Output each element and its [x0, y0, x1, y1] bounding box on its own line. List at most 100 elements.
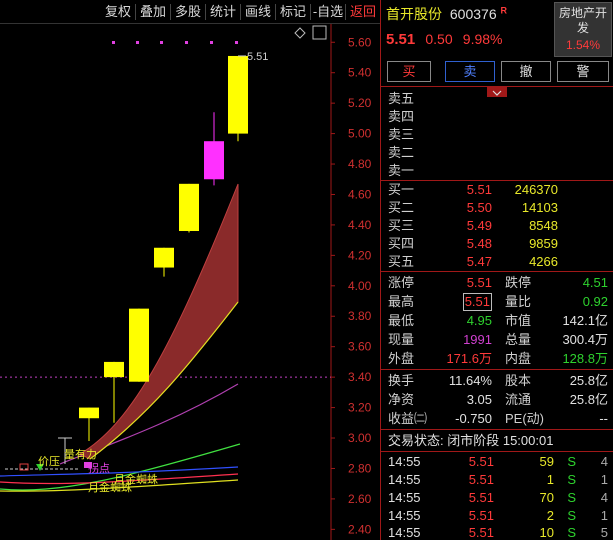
- bid-volume: 14103: [521, 200, 558, 215]
- y-tick-label: 4.60: [348, 187, 372, 201]
- stat-row: 现量 1991 总量 300.4万: [381, 330, 613, 349]
- volume-ratio-label: 量比: [505, 294, 532, 309]
- toolbar-divider: [240, 4, 241, 20]
- bid-row[interactable]: 买五 5.47 4266: [381, 252, 613, 271]
- float-shares-label: 流通: [505, 392, 532, 407]
- y-tick-label: 5.40: [348, 66, 372, 80]
- kline-chart-canvas: 量有力 价压 拐点 月金蜘蛛 月金蜘蛛 5.605.405.205.004.80…: [0, 24, 372, 540]
- y-tick-label: 5.00: [348, 127, 372, 141]
- share-capital-value: 25.8亿: [569, 373, 608, 388]
- ask-row[interactable]: 卖二: [381, 143, 613, 162]
- tick-side: S: [567, 525, 576, 540]
- annotation-spider-2: 月金蜘蛛: [88, 480, 132, 494]
- tick-row[interactable]: 14:55 5.51 1 S 1: [381, 470, 613, 489]
- tick-price: 5.51: [468, 490, 494, 505]
- candle-body: [79, 407, 99, 419]
- quote-panel: 首开股份 600376 R 5.51 0.50 9.98% 房地产开发 1.54…: [380, 0, 613, 540]
- ask-label: 卖二: [388, 145, 415, 160]
- net-assets-value: 3.05: [466, 392, 492, 407]
- y-tick-label: 3.80: [348, 309, 372, 323]
- tick-row[interactable]: 14:55 5.51 10 S 5: [381, 523, 613, 540]
- current-volume-value: 1991: [463, 332, 492, 347]
- settings-diamond-icon[interactable]: [294, 27, 306, 39]
- bid-volume: 8548: [529, 218, 558, 233]
- bid-row[interactable]: 买四 5.48 9859: [381, 234, 613, 253]
- ask-row[interactable]: 卖四: [381, 107, 613, 126]
- sector-name: 房地产开发: [558, 6, 607, 35]
- current-price: 5.51: [386, 31, 416, 48]
- mark-button[interactable]: 标记: [277, 0, 309, 23]
- ask-row[interactable]: 卖三: [381, 125, 613, 144]
- share-capital-label: 股本: [505, 373, 532, 388]
- bid-volume: 246370: [514, 182, 558, 197]
- y-tick-label: 3.00: [348, 431, 372, 445]
- ask-row[interactable]: 卖五: [381, 89, 613, 108]
- statistics-button[interactable]: 统计: [207, 0, 239, 23]
- toolbar-divider: [135, 4, 136, 20]
- y-tick-label: 3.20: [348, 401, 372, 415]
- stat-row: 最高 5.51 量比 0.92: [381, 292, 613, 311]
- price-change-pct: 9.98%: [462, 31, 503, 47]
- y-tick-label: 4.40: [348, 218, 372, 232]
- y-tick-label: 4.80: [348, 157, 372, 171]
- sell-button[interactable]: 卖: [445, 61, 495, 82]
- trade-status: 交易状态: 闭市阶段 15:00:01: [388, 433, 554, 448]
- candle-body: [228, 55, 248, 134]
- divider: [381, 429, 613, 430]
- buy-button[interactable]: 买: [387, 61, 431, 82]
- tick-time: 14:55: [388, 525, 421, 540]
- high-value: 5.51: [462, 293, 492, 311]
- eps-label: 收益㈡: [388, 411, 428, 426]
- cancel-order-button[interactable]: 撤: [501, 61, 551, 82]
- high-price-label: 5.51: [247, 51, 268, 63]
- y-tick-label: 2.60: [348, 492, 372, 506]
- total-volume-label: 总量: [505, 332, 532, 347]
- bid-price: 5.48: [466, 236, 492, 251]
- y-tick-label: 2.80: [348, 461, 372, 475]
- bid-label: 买五: [388, 254, 415, 269]
- annotation-price-pressure: 价压: [38, 455, 60, 468]
- fuquan-button[interactable]: 复权: [102, 0, 134, 23]
- back-button[interactable]: 返回: [347, 0, 379, 23]
- multi-stock-button[interactable]: 多股: [172, 0, 204, 23]
- turnover-value: 11.64%: [448, 373, 492, 388]
- watchlist-button[interactable]: -自选: [312, 0, 344, 23]
- sector-box[interactable]: 房地产开发 1.54%: [554, 2, 612, 57]
- ask-label: 卖四: [388, 109, 415, 124]
- candle-body: [104, 361, 124, 378]
- tick-price: 5.51: [468, 454, 494, 469]
- tick-price: 5.51: [468, 472, 494, 487]
- expand-icon[interactable]: [312, 25, 327, 40]
- market-cap-value: 142.1亿: [562, 313, 608, 328]
- limit-down-label: 跌停: [505, 275, 532, 290]
- tick-time: 14:55: [388, 454, 421, 469]
- bid-row[interactable]: 买三 5.49 8548: [381, 216, 613, 235]
- bid-price: 5.47: [466, 254, 492, 269]
- y-tick-label: 2.40: [348, 522, 372, 536]
- y-tick-label: 3.60: [348, 340, 372, 354]
- market-cap-label: 市值: [505, 313, 532, 328]
- overlay-button[interactable]: 叠加: [137, 0, 169, 23]
- tick-count: 4: [600, 490, 608, 505]
- tick-time: 14:55: [388, 472, 421, 487]
- tick-count: 1: [600, 472, 608, 487]
- y-tick-label: 3.40: [348, 370, 372, 384]
- bid-price: 5.51: [466, 182, 492, 197]
- pe-value: --: [599, 411, 608, 426]
- alert-button[interactable]: 警: [557, 61, 609, 82]
- tick-volume: 70: [539, 490, 554, 505]
- turnover-label: 换手: [388, 373, 415, 388]
- bid-row[interactable]: 买一 5.51 246370: [381, 180, 613, 199]
- outer-volume-label: 外盘: [388, 351, 415, 366]
- tick-row[interactable]: 14:55 5.51 59 S 4: [381, 452, 613, 471]
- outer-volume-value: 171.6万: [446, 351, 492, 366]
- trend-ribbon: [78, 183, 239, 460]
- toolbar-divider: [275, 4, 276, 20]
- draw-line-button[interactable]: 画线: [242, 0, 274, 23]
- tick-count: 5: [600, 525, 608, 540]
- ask-row[interactable]: 卖一: [381, 161, 613, 180]
- tick-side: S: [567, 454, 576, 469]
- kline-chart[interactable]: 量有力 价压 拐点 月金蜘蛛 月金蜘蛛 5.60 5.40 5.20 5.00 4.80…: [0, 24, 380, 540]
- bid-row[interactable]: 买二 5.50 14103: [381, 198, 613, 217]
- tick-row[interactable]: 14:55 5.51 70 S 4: [381, 488, 613, 507]
